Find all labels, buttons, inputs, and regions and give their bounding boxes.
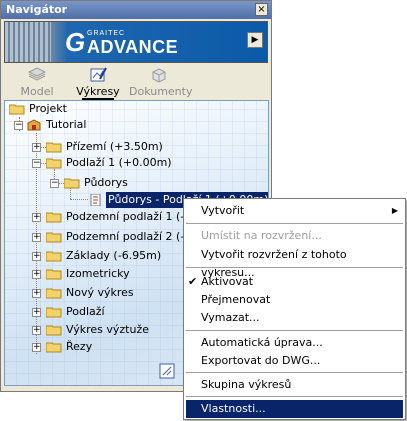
menu-item-properties[interactable]: Vlastnosti...	[186, 400, 403, 418]
menu-item-create[interactable]: Vytvořit ▶	[186, 202, 403, 220]
expand-icon[interactable]: +	[32, 270, 41, 279]
expand-icon[interactable]: +	[32, 326, 41, 335]
checkmark-icon: ✔	[188, 275, 198, 288]
folder-icon	[46, 342, 62, 353]
expand-icon[interactable]: +	[32, 343, 41, 352]
menu-item-place-on-layout: Umístit na rozvržení...	[201, 229, 322, 242]
tree-node-label: Půdorys	[84, 176, 128, 189]
tree-node-label: Tutorial	[46, 118, 87, 131]
tree-node-label: Nový výkres	[66, 286, 134, 299]
tab-documents[interactable]: Dokumenty	[129, 65, 193, 98]
folder-icon	[64, 178, 80, 189]
menu-item-export-dwg[interactable]: Exportovat do DWG...	[186, 352, 403, 370]
model-icon	[27, 67, 47, 81]
menu-item-activate[interactable]: ✔ Aktivovat	[186, 273, 403, 291]
drawings-icon	[90, 67, 107, 82]
folder-icon	[46, 142, 62, 153]
collapse-icon[interactable]: −	[32, 159, 41, 168]
expand-icon[interactable]: +	[32, 143, 41, 152]
folder-open-icon	[9, 104, 25, 115]
menu-separator	[186, 223, 403, 225]
tree-node-label: Izometricky	[66, 267, 130, 280]
tab-drawings-label: Výkresy	[76, 85, 120, 98]
expand-icon[interactable]: +	[32, 213, 41, 222]
drawing-sheet-icon	[90, 194, 101, 206]
tab-drawings[interactable]: Výkresy	[68, 65, 128, 100]
folder-icon	[46, 232, 62, 243]
tree-node-label: Podlaží	[66, 305, 105, 318]
menu-separator	[186, 330, 403, 332]
folder-icon	[46, 307, 62, 318]
tree-node-label: Projekt	[29, 102, 67, 115]
submenu-arrow-icon: ▶	[391, 206, 398, 215]
title-bar[interactable]: Navigátor ×	[1, 1, 271, 19]
window-title: Navigátor	[6, 3, 68, 16]
expand-icon[interactable]: +	[32, 308, 41, 317]
building-icon	[27, 119, 41, 131]
tab-model-label: Model	[20, 85, 54, 98]
tab-documents-label: Dokumenty	[129, 85, 193, 98]
menu-item-delete[interactable]: Vymazat...	[186, 309, 403, 327]
menu-separator	[186, 267, 403, 269]
folder-icon	[46, 288, 62, 299]
context-menu: Vytvořit ▶ Umístit na rozvržení... Vytvo…	[183, 198, 406, 420]
menu-item-drawing-group[interactable]: Skupina výkresů	[186, 376, 403, 394]
tree-node-label: Podlaží 1 (+0.00m)	[66, 156, 172, 169]
documents-icon	[152, 68, 166, 83]
tree-node-label: Výkres výztuže	[66, 323, 150, 336]
tab-model[interactable]: Model	[7, 65, 67, 98]
folder-icon	[46, 212, 62, 223]
resize-grip-icon[interactable]	[159, 363, 175, 379]
expand-icon[interactable]: +	[32, 252, 41, 261]
navigator-tabs: Model Výkresy Dokumenty	[1, 65, 271, 100]
banner-photo	[5, 22, 51, 62]
tree-node-label: Základy (-6.95m)	[66, 249, 162, 262]
tree-node-label: Přízemí (+3.50m)	[66, 140, 163, 153]
graitec-banner: G GRAITEC ADVANCE ▶	[4, 21, 268, 63]
folder-icon	[46, 269, 62, 280]
menu-item-create-layout[interactable]: Vytvořit rozvržení z tohoto výkresu...	[186, 246, 403, 279]
menu-item-auto-update[interactable]: Automatická úprava...	[186, 334, 403, 352]
collapse-icon[interactable]: −	[14, 121, 23, 130]
expand-icon[interactable]: +	[32, 289, 41, 298]
tree-node-label: Řezy	[66, 340, 93, 353]
menu-item-rename[interactable]: Přejmenovat	[186, 291, 403, 309]
collapse-icon[interactable]: −	[50, 179, 59, 188]
close-icon[interactable]: ×	[255, 3, 268, 16]
folder-icon	[46, 325, 62, 336]
menu-separator	[186, 372, 403, 374]
expand-arrow-button[interactable]: ▶	[247, 32, 263, 48]
folder-icon	[46, 251, 62, 262]
folder-icon	[46, 158, 62, 169]
expand-icon[interactable]: +	[32, 233, 41, 242]
menu-separator	[186, 396, 403, 398]
